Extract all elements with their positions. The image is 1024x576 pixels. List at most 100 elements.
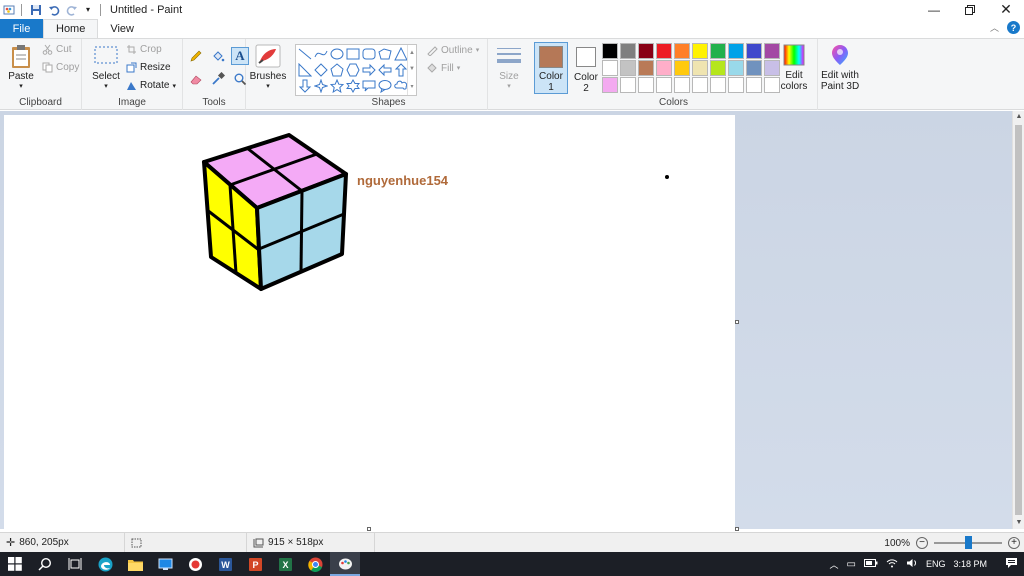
notifications-icon[interactable] (1005, 557, 1018, 571)
drawing-canvas[interactable]: nguyenhue154 (4, 115, 735, 529)
palette-swatch[interactable] (602, 60, 618, 76)
edit-with-paint3d-button[interactable]: Edit with Paint 3D (818, 43, 862, 92)
palette-swatch[interactable] (620, 60, 636, 76)
oval-shape-icon[interactable] (330, 47, 344, 61)
palette-swatch[interactable] (656, 43, 672, 59)
wifi-icon[interactable] (886, 558, 898, 570)
vertical-scrollbar[interactable]: ▲ ▼ (1012, 111, 1024, 529)
search-icon[interactable] (30, 552, 60, 576)
minimize-button[interactable]: — (916, 0, 952, 19)
right-triangle-shape-icon[interactable] (298, 63, 312, 77)
undo-icon[interactable] (47, 3, 61, 17)
palette-swatch[interactable] (728, 60, 744, 76)
palette-swatch[interactable] (692, 43, 708, 59)
polygon-shape-icon[interactable] (378, 47, 392, 61)
file-explorer-icon[interactable] (120, 552, 150, 576)
up-arrow-shape-icon[interactable] (394, 63, 408, 77)
palette-swatch[interactable] (746, 77, 762, 93)
scroll-down-icon[interactable]: ▼ (409, 66, 415, 72)
palette-swatch[interactable] (710, 60, 726, 76)
down-arrow-shape-icon[interactable] (298, 79, 312, 93)
resize-handle-bottom[interactable] (367, 527, 371, 531)
triangle-shape-icon[interactable] (394, 47, 408, 61)
color1-button[interactable]: Color 1 (534, 42, 568, 94)
resize-button[interactable]: Resize (126, 62, 171, 73)
task-view-icon[interactable] (60, 552, 90, 576)
color-picker-icon[interactable] (209, 70, 227, 88)
six-point-star-shape-icon[interactable] (346, 79, 360, 93)
oval-callout-shape-icon[interactable] (378, 79, 392, 93)
zoom-slider[interactable] (934, 536, 1002, 549)
palette-swatch[interactable] (674, 77, 690, 93)
palette-swatch[interactable] (638, 77, 654, 93)
paste-button[interactable]: Paste ▾ (6, 43, 36, 90)
cloud-callout-shape-icon[interactable] (394, 79, 408, 93)
show-hidden-icons-icon[interactable]: ︿ (829, 558, 838, 571)
recorder-app-icon[interactable] (180, 552, 210, 576)
palette-swatch[interactable] (746, 43, 762, 59)
pentagon-shape-icon[interactable] (330, 63, 344, 77)
select-button[interactable]: Select ▾ (90, 43, 122, 90)
palette-swatch[interactable] (728, 77, 744, 93)
save-icon[interactable] (29, 3, 43, 17)
zoom-out-icon[interactable]: − (916, 537, 928, 549)
palette-swatch[interactable] (656, 77, 672, 93)
meet-now-icon[interactable]: ▭ (847, 559, 856, 570)
tab-view[interactable]: View (98, 19, 146, 38)
resize-handle-corner[interactable] (735, 527, 739, 531)
rectangle-shape-icon[interactable] (346, 47, 360, 61)
diamond-shape-icon[interactable] (314, 63, 328, 77)
copy-button[interactable]: Copy (42, 62, 79, 73)
redo-icon[interactable] (65, 3, 79, 17)
palette-swatch[interactable] (710, 43, 726, 59)
right-arrow-shape-icon[interactable] (362, 63, 376, 77)
zoom-slider-thumb[interactable] (965, 536, 972, 549)
palette-swatch[interactable] (620, 77, 636, 93)
palette-swatch[interactable] (692, 77, 708, 93)
hexagon-shape-icon[interactable] (346, 63, 360, 77)
curve-shape-icon[interactable] (314, 47, 328, 61)
palette-swatch[interactable] (656, 60, 672, 76)
palette-swatch[interactable] (638, 60, 654, 76)
scroll-down-arrow-icon[interactable]: ▼ (1013, 517, 1024, 529)
palette-swatch[interactable] (674, 60, 690, 76)
palette-swatch[interactable] (602, 43, 618, 59)
battery-icon[interactable] (863, 559, 878, 569)
remote-desktop-icon[interactable] (150, 552, 180, 576)
line-shape-icon[interactable] (298, 47, 312, 61)
help-icon[interactable]: ? (1007, 21, 1020, 34)
tab-home[interactable]: Home (43, 19, 99, 38)
rounded-rectangle-shape-icon[interactable] (362, 47, 376, 61)
edit-colors-button[interactable]: Edit colors (778, 43, 810, 92)
palette-swatch[interactable] (620, 43, 636, 59)
shapes-scroll[interactable]: ▲ ▼ ▾ (407, 45, 416, 95)
rect-callout-shape-icon[interactable] (362, 79, 376, 93)
customize-toolbar-icon[interactable]: ▾ (81, 3, 95, 17)
brushes-button[interactable]: Brushes ▾ (250, 43, 286, 90)
zoom-in-icon[interactable]: + (1008, 537, 1020, 549)
five-point-star-shape-icon[interactable] (330, 79, 344, 93)
palette-swatch[interactable] (746, 60, 762, 76)
fill-bucket-icon[interactable] (209, 47, 227, 65)
palette-swatch[interactable] (602, 77, 618, 93)
excel-icon[interactable]: X (270, 552, 300, 576)
rotate-button[interactable]: Rotate ▾ (126, 80, 176, 91)
word-icon[interactable]: W (210, 552, 240, 576)
palette-swatch[interactable] (728, 43, 744, 59)
powerpoint-icon[interactable]: P (240, 552, 270, 576)
size-button[interactable]: Size ▾ (492, 45, 526, 90)
cut-button[interactable]: Cut (42, 44, 72, 55)
paint-app-icon[interactable] (2, 3, 16, 17)
language-indicator[interactable]: ENG (926, 559, 946, 569)
expand-shapes-icon[interactable]: ▾ (410, 83, 413, 90)
chrome-icon[interactable] (300, 552, 330, 576)
scroll-up-arrow-icon[interactable]: ▲ (1013, 111, 1024, 123)
left-arrow-shape-icon[interactable] (378, 63, 392, 77)
pencil-icon[interactable] (187, 47, 205, 65)
fill-button[interactable]: Fill ▾ (426, 62, 460, 74)
collapse-ribbon-icon[interactable]: ︿ (990, 21, 999, 34)
windows-start-icon[interactable] (0, 552, 30, 576)
palette-swatch[interactable] (674, 43, 690, 59)
close-button[interactable]: ✕ (988, 0, 1024, 19)
edge-browser-icon[interactable] (90, 552, 120, 576)
